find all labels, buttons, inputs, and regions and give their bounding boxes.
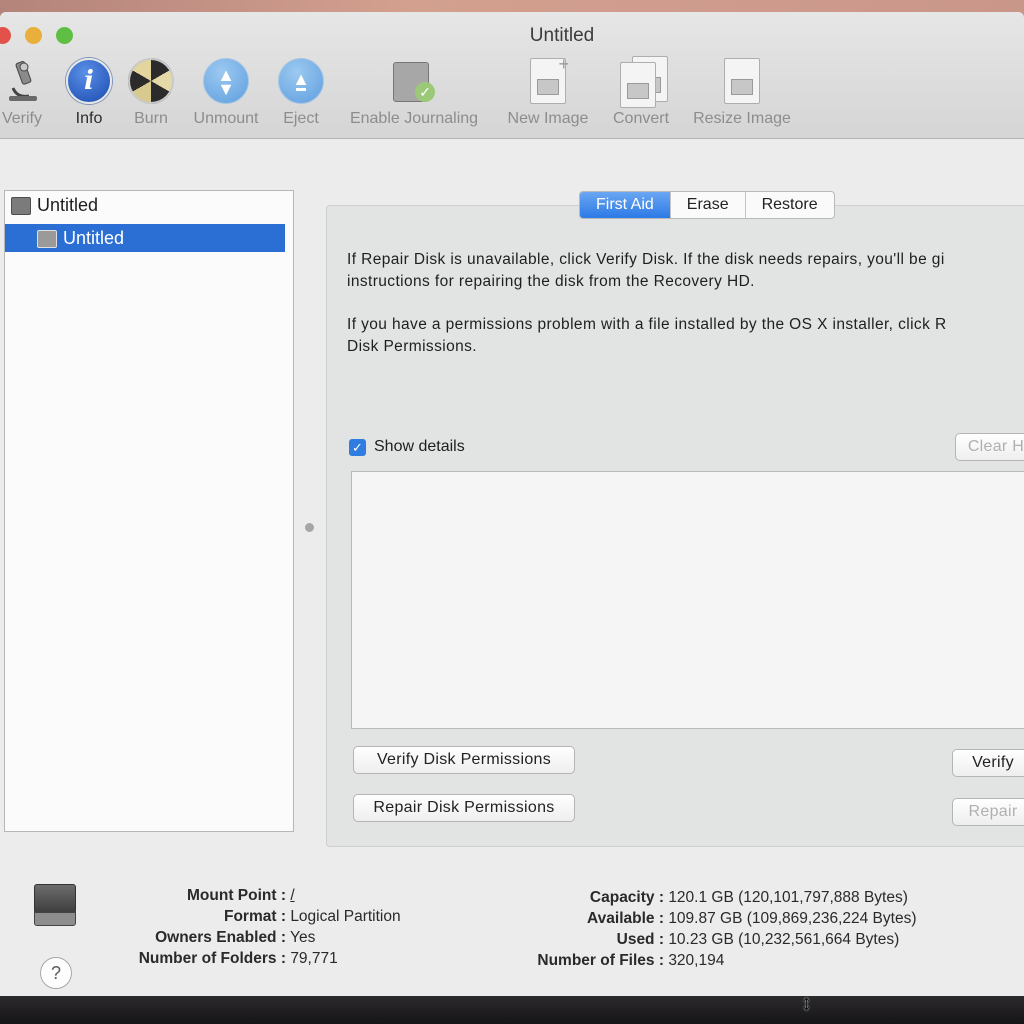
window-title: Untitled — [529, 25, 595, 46]
eject-tool-button[interactable]: ▲ ▬ Eject — [276, 58, 326, 128]
journaling-icon: ✓ — [391, 58, 437, 104]
first-aid-description-line: If Repair Disk is unavailable, click Ver… — [347, 251, 945, 268]
volume-icon — [37, 230, 57, 248]
help-button[interactable]: ? — [40, 957, 72, 989]
tab-restore[interactable]: Restore — [746, 192, 834, 218]
unmount-tool-button[interactable]: ▲ ▼ Unmount — [186, 58, 266, 128]
tab-first-aid[interactable]: First Aid — [580, 192, 671, 218]
info-icon: i — [66, 58, 112, 104]
toolbar: Untitled Verify i Info Burn ▲ ▼ Unmount … — [0, 12, 1024, 139]
first-aid-description-line: Disk Permissions. — [347, 338, 477, 355]
enable-journaling-tool-button[interactable]: ✓ Enable Journaling — [340, 58, 488, 128]
mount-point-link[interactable]: / — [290, 887, 294, 904]
verify-disk-permissions-button[interactable]: Verify Disk Permissions — [353, 746, 575, 774]
info-tool-button[interactable]: i Info — [64, 58, 114, 128]
resize-image-tool-button[interactable]: Resize Image — [686, 58, 798, 128]
convert-icon — [618, 56, 668, 108]
volume-info-right: Capacity : 120.1 GB (120,101,797,888 Byt… — [537, 889, 917, 969]
main-content: Untitled Untitled First Aid Erase Restor… — [0, 139, 1024, 998]
first-aid-description-line: If you have a permissions problem with a… — [347, 316, 947, 333]
first-aid-description-line: instructions for repairing the disk from… — [347, 273, 755, 290]
volume-info-icon — [34, 884, 76, 928]
sidebar-item-disk[interactable]: Untitled — [5, 191, 285, 219]
new-image-tool-button[interactable]: + New Image — [500, 54, 596, 128]
tab-bar: First Aid Erase Restore — [579, 191, 835, 219]
show-details-label: Show details — [374, 438, 465, 455]
details-log[interactable] — [351, 471, 1024, 729]
repair-disk-permissions-button[interactable]: Repair Disk Permissions — [353, 794, 575, 822]
desktop-background-bottom — [0, 996, 1024, 1024]
microscope-icon — [0, 58, 45, 104]
resize-cursor-icon: ↕ — [801, 990, 812, 1015]
new-image-icon: + — [525, 54, 571, 104]
burn-icon — [128, 58, 174, 104]
tab-erase[interactable]: Erase — [671, 192, 746, 218]
repair-disk-button[interactable]: Repair — [952, 798, 1024, 826]
unmount-icon: ▲ ▼ — [203, 58, 249, 104]
eject-icon: ▲ ▬ — [278, 58, 324, 104]
resize-image-icon — [719, 58, 765, 104]
show-details-checkbox[interactable]: ✓ — [349, 438, 366, 456]
hard-disk-icon — [11, 197, 31, 215]
sidebar-item-volume[interactable]: Untitled — [5, 224, 285, 252]
device-sidebar[interactable]: Untitled Untitled — [4, 190, 294, 832]
disk-utility-window: Untitled Verify i Info Burn ▲ ▼ Unmount … — [0, 12, 1024, 998]
verify-tool-button[interactable]: Verify — [0, 58, 50, 128]
split-view-handle[interactable] — [305, 523, 314, 532]
burn-tool-button[interactable]: Burn — [126, 58, 176, 128]
clear-history-button[interactable]: Clear H — [955, 433, 1024, 461]
verify-disk-button[interactable]: Verify — [952, 749, 1024, 777]
show-details-row: ✓ Show details — [349, 438, 465, 456]
convert-tool-button[interactable]: Convert — [606, 56, 676, 128]
volume-info-left: Mount Point : / Format : Logical Partiti… — [138, 887, 401, 967]
